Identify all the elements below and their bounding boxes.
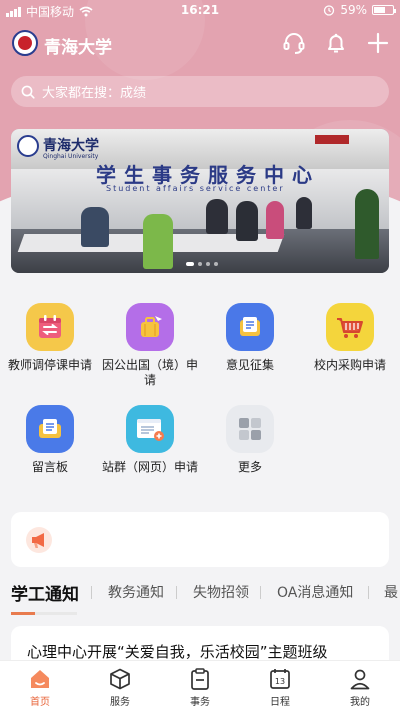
banner-university-logo: [17, 135, 39, 157]
service-label: 站群（网页）申请: [101, 460, 198, 474]
app-title: 青海大学: [44, 38, 112, 58]
banner-university-name-en: Qinghai University: [43, 153, 99, 160]
service-campus-procurement[interactable]: 校内采购申请: [300, 303, 400, 373]
battery-percent: 59%: [340, 3, 367, 17]
app-bar: 青海大学: [0, 28, 400, 60]
clipboard-icon: [191, 668, 209, 690]
more-grid-icon: [226, 405, 274, 453]
cube-icon: [110, 668, 130, 690]
service-label: 因公出国（境）申请: [101, 358, 198, 387]
nav-home[interactable]: 首页: [10, 667, 70, 708]
service-label: 教师调停课申请: [7, 358, 92, 372]
tab-indicator: [11, 612, 77, 615]
nav-label: 我的: [350, 697, 370, 708]
bell-icon[interactable]: [323, 30, 349, 56]
message-board-icon: [26, 405, 74, 453]
battery-icon: [372, 5, 396, 15]
feedback-doc-icon: [226, 303, 274, 351]
nav-label: 首页: [30, 697, 50, 708]
carousel-dot[interactable]: [186, 262, 194, 266]
carousel-indicator: [186, 262, 218, 266]
nav-label: 事务: [190, 697, 210, 708]
banner-sign-subtitle: Student affairs service center: [106, 184, 285, 193]
nav-label: 日程: [270, 697, 290, 708]
user-icon: [350, 669, 370, 690]
cart-icon: [326, 303, 374, 351]
carousel-dot[interactable]: [214, 262, 218, 266]
carousel-dot[interactable]: [206, 262, 210, 266]
service-label: 留言板: [31, 460, 68, 474]
service-more[interactable]: 更多: [200, 405, 300, 475]
home-icon: [31, 670, 49, 688]
news-title: 心理中心开展“关爱自我，乐活校园”主题班级: [27, 643, 328, 661]
bottom-navigation: 首页 服务 事务 13 日程 我的: [0, 660, 400, 710]
plant: [355, 189, 379, 259]
tab-latest[interactable]: 最: [384, 582, 398, 602]
search-icon: [21, 85, 35, 99]
service-official-trip-abroad[interactable]: 因公出国（境）申请: [100, 303, 200, 388]
tab-lost-and-found[interactable]: 失物招领: [193, 582, 249, 602]
webpage-add-icon: [126, 405, 174, 453]
tab-student-affairs[interactable]: 学工通知: [11, 580, 79, 605]
nav-me[interactable]: 我的: [330, 667, 390, 708]
search-bar[interactable]: 大家都在搜：成绩: [11, 76, 389, 107]
tab-oa-messages[interactable]: OA消息通知: [277, 582, 353, 602]
status-bar: 中国移动 16:21 59%: [0, 0, 400, 22]
headset-icon[interactable]: [281, 30, 307, 56]
tab-academic-affairs[interactable]: 教务通知: [108, 582, 164, 602]
service-site-group-web[interactable]: 站群（网页）申请: [100, 405, 200, 475]
nav-affairs[interactable]: 事务: [170, 667, 230, 708]
carousel-dot[interactable]: [198, 262, 202, 266]
nav-schedule[interactable]: 13 日程: [250, 667, 310, 708]
service-message-board[interactable]: 留言板: [0, 405, 100, 475]
service-teacher-class-adjust[interactable]: 教师调停课申请: [0, 303, 100, 373]
alarm-icon: [324, 5, 335, 16]
service-label: 意见征集: [225, 358, 274, 372]
announcement-bar[interactable]: [11, 512, 389, 567]
notice-tabs: 学工通知 教务通知 失物招领 OA消息通知 最: [0, 580, 400, 614]
banner-university-name: 青海大学: [43, 138, 99, 154]
suitcase-plane-icon: [126, 303, 174, 351]
plus-icon[interactable]: [365, 30, 391, 56]
service-label: 校内采购申请: [313, 358, 386, 372]
megaphone-icon: [26, 527, 52, 553]
calendar-day-number: 13: [275, 677, 285, 686]
service-feedback-collection[interactable]: 意见征集: [200, 303, 300, 373]
search-placeholder: 大家都在搜：成绩: [42, 86, 147, 101]
university-logo: [12, 30, 38, 56]
calendar-swap-icon: [26, 303, 74, 351]
calendar-icon: 13: [270, 669, 290, 689]
nav-services[interactable]: 服务: [90, 667, 150, 708]
banner-carousel[interactable]: 青海大学 Qinghai University 学生事务服务中心 Student…: [11, 129, 389, 273]
service-label: 更多: [237, 460, 262, 474]
nav-label: 服务: [110, 697, 130, 708]
